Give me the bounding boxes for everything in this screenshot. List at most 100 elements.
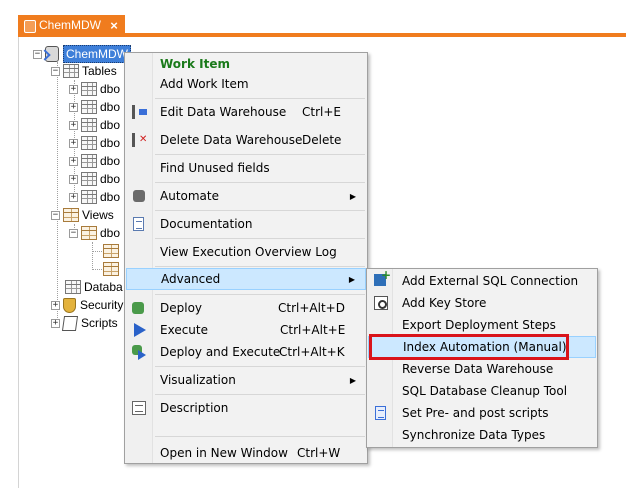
tree-node-label: dbo bbox=[100, 118, 121, 132]
menu-item-visualization[interactable]: Visualization ▶ bbox=[126, 369, 366, 391]
table-icon bbox=[81, 100, 97, 114]
documentation-icon bbox=[133, 217, 144, 231]
add-connection-icon bbox=[374, 268, 391, 286]
collapse-toggle[interactable]: − bbox=[51, 66, 60, 76]
menu-item-label: Set Pre- and post scripts bbox=[402, 406, 549, 420]
tree-root-label: ChemMDW bbox=[63, 45, 131, 63]
view-icon bbox=[103, 262, 119, 276]
tree-node-label: dbo bbox=[100, 154, 121, 168]
menu-item-label: Reverse Data Warehouse bbox=[402, 362, 554, 376]
table-icon bbox=[81, 118, 97, 132]
tree-node-label: Scripts bbox=[81, 316, 118, 330]
table-icon bbox=[81, 154, 97, 168]
menu-item-open-in-new-window[interactable]: Open in New Window Ctrl+W bbox=[126, 442, 366, 464]
menu-item-work-item[interactable]: Work Item bbox=[126, 53, 366, 75]
tree-node-views[interactable]: − Views bbox=[51, 206, 114, 224]
tree-node-table[interactable]: + dbo bbox=[69, 188, 120, 206]
menu-separator bbox=[155, 98, 365, 99]
tree-node-table[interactable]: + dbo bbox=[69, 80, 120, 98]
tree-node-security[interactable]: + Security bbox=[51, 296, 123, 314]
menu-item-set-pre-and-post-scripts[interactable]: Set Pre- and post scripts bbox=[368, 402, 596, 424]
menu-separator bbox=[155, 154, 365, 155]
key-store-icon bbox=[374, 296, 388, 310]
delete-warehouse-icon bbox=[132, 133, 147, 147]
menu-item-delete-data-warehouse[interactable]: Delete Data Warehouse Delete bbox=[126, 129, 366, 151]
tree-node-label: Databa bbox=[84, 280, 123, 294]
menu-item-label: Advanced bbox=[161, 272, 221, 286]
view-icon bbox=[81, 226, 97, 240]
tree-node-table[interactable]: + dbo bbox=[69, 170, 120, 188]
expand-toggle[interactable]: + bbox=[69, 120, 78, 130]
tables-folder-icon bbox=[63, 64, 79, 78]
menu-item-label: Deploy bbox=[160, 301, 203, 315]
menu-separator bbox=[155, 238, 365, 239]
table-icon bbox=[81, 82, 97, 96]
menu-item-deploy-and-execute[interactable]: Deploy and Execute Ctrl+Alt+K bbox=[126, 341, 366, 363]
highlight-annotation-box bbox=[369, 334, 569, 360]
tree-node-view-column[interactable] bbox=[103, 260, 122, 278]
expand-toggle[interactable]: + bbox=[51, 300, 60, 310]
menu-item-shortcut: Ctrl+Alt+K bbox=[279, 345, 345, 359]
expand-toggle[interactable]: + bbox=[69, 192, 78, 202]
tree-node-databases[interactable]: Databa bbox=[65, 278, 123, 296]
menu-item-documentation[interactable]: Documentation bbox=[126, 213, 366, 235]
tree-node-view-column[interactable] bbox=[103, 242, 122, 260]
menu-item-reverse-data-warehouse[interactable]: Reverse Data Warehouse bbox=[368, 358, 596, 380]
tree-node-label: Tables bbox=[82, 64, 117, 78]
menu-item-edit-data-warehouse[interactable]: Edit Data Warehouse Ctrl+E bbox=[126, 101, 366, 123]
tree-node-table[interactable]: + dbo bbox=[69, 116, 120, 134]
table-icon bbox=[81, 136, 97, 150]
description-icon bbox=[132, 401, 146, 415]
collapse-toggle[interactable]: − bbox=[69, 228, 78, 238]
menu-item-label: Open in New Window bbox=[160, 446, 288, 460]
menu-item-add-key-store[interactable]: Add Key Store bbox=[368, 292, 596, 314]
tree-node-label: dbo bbox=[100, 226, 121, 240]
menu-item-shortcut: Ctrl+E bbox=[302, 105, 341, 119]
menu-item-shortcut: Ctrl+Alt+D bbox=[278, 301, 345, 315]
menu-item-label: Add External SQL Connection bbox=[402, 274, 579, 288]
menu-separator bbox=[155, 394, 365, 395]
tree-node-table[interactable]: + dbo bbox=[69, 134, 120, 152]
menu-item-add-work-item[interactable]: Add Work Item bbox=[126, 73, 366, 95]
menu-item-label: Edit Data Warehouse bbox=[160, 105, 287, 119]
tree-node-table[interactable]: + dbo bbox=[69, 98, 120, 116]
tree-node-label: dbo bbox=[100, 136, 121, 150]
menu-item-label: Synchronize Data Types bbox=[402, 428, 546, 442]
edit-warehouse-icon bbox=[132, 105, 147, 119]
menu-item-automate[interactable]: Automate ▶ bbox=[126, 185, 366, 207]
menu-item-description[interactable]: Description bbox=[126, 397, 366, 419]
deploy-execute-icon bbox=[132, 345, 146, 360]
expand-toggle[interactable]: + bbox=[51, 318, 60, 328]
collapse-toggle[interactable]: − bbox=[51, 210, 60, 220]
menu-item-sql-database-cleanup-tool[interactable]: SQL Database Cleanup Tool bbox=[368, 380, 596, 402]
tree-node-table[interactable]: + dbo bbox=[69, 152, 120, 170]
tree-node-label: dbo bbox=[100, 190, 121, 204]
menu-separator bbox=[155, 266, 365, 267]
menu-item-deploy[interactable]: Deploy Ctrl+Alt+D bbox=[126, 297, 366, 319]
menu-item-advanced[interactable]: Advanced ▶ bbox=[126, 268, 366, 290]
tree-node-tables[interactable]: − Tables bbox=[51, 62, 117, 80]
expand-toggle[interactable]: + bbox=[69, 174, 78, 184]
tree-node-view[interactable]: − dbo bbox=[69, 224, 120, 242]
tree-node-label: dbo bbox=[100, 172, 121, 186]
menu-item-label: Delete Data Warehouse bbox=[160, 133, 303, 147]
menu-item-find-unused-fields[interactable]: Find Unused fields bbox=[126, 157, 366, 179]
expand-toggle[interactable]: + bbox=[69, 138, 78, 148]
menu-item-execute[interactable]: Execute Ctrl+Alt+E bbox=[126, 319, 366, 341]
tree-root[interactable]: − ChemMDW bbox=[33, 45, 131, 63]
menu-item-add-external-sql-connection[interactable]: Add External SQL Connection bbox=[368, 268, 596, 292]
menu-item-label: Add Work Item bbox=[160, 77, 249, 91]
expand-toggle[interactable]: + bbox=[69, 156, 78, 166]
menu-item-export-deployment-steps[interactable]: Export Deployment Steps bbox=[368, 314, 596, 336]
menu-item-synchronize-data-types[interactable]: Synchronize Data Types bbox=[368, 424, 596, 446]
tree-node-scripts[interactable]: + Scripts bbox=[51, 314, 118, 332]
menu-item-label: Execute bbox=[160, 323, 208, 337]
menu-item-label: Visualization bbox=[160, 373, 236, 387]
menu-item-label: Deploy and Execute bbox=[160, 345, 281, 359]
menu-item-label: Find Unused fields bbox=[160, 161, 270, 175]
expand-toggle[interactable]: + bbox=[69, 84, 78, 94]
menu-item-view-execution-overview-log[interactable]: View Execution Overview Log bbox=[126, 241, 366, 263]
expand-toggle[interactable]: + bbox=[69, 102, 78, 112]
table-icon bbox=[81, 190, 97, 204]
table-icon bbox=[81, 172, 97, 186]
